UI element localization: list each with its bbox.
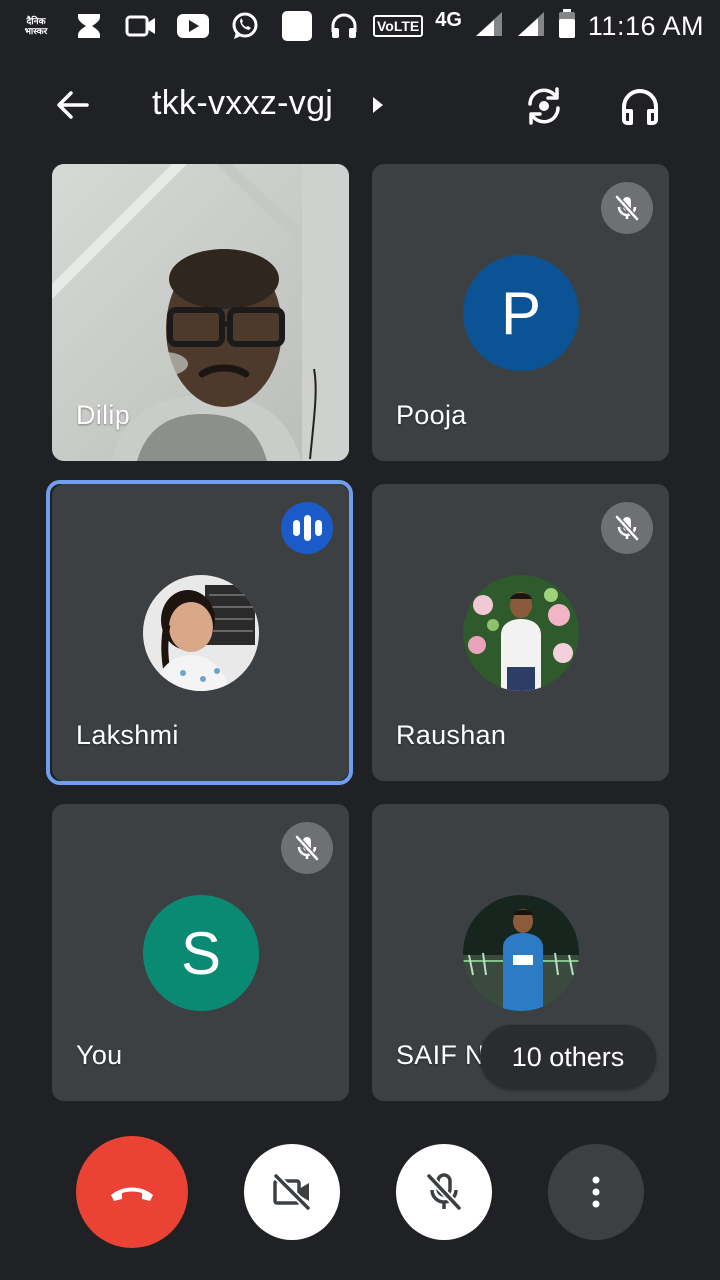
back-button[interactable] (50, 82, 96, 128)
active-speaker-highlight (46, 480, 353, 785)
participant-name: Dilip (76, 400, 131, 430)
others-count-chip[interactable]: 10 others (480, 1025, 656, 1089)
participant-name: Pooja (396, 400, 467, 430)
mic-off-icon (601, 502, 653, 554)
audio-output-button[interactable] (616, 82, 664, 130)
volte-indicator: VoLTE (372, 15, 424, 37)
meeting-top-bar: tkk-vxxz-vgj (0, 70, 720, 140)
mic-off-icon (601, 182, 653, 234)
whatsapp-icon (228, 11, 262, 41)
avatar: P (463, 255, 579, 371)
switch-camera-button[interactable] (520, 82, 568, 130)
status-bar: दैनिक भास्कर VoLTE 4G 11:16 AM (0, 0, 720, 52)
network-type-indicator: 4G (435, 8, 462, 31)
participant-tile-dilip[interactable]: Dilip (52, 164, 349, 461)
participant-name: Raushan (396, 720, 507, 750)
clock: 11:16 AM (587, 10, 704, 41)
news-app-notification-icon: दैनिक भास्कर (24, 16, 48, 36)
microphone-toggle-button[interactable] (396, 1144, 492, 1240)
app-square-icon (280, 11, 314, 41)
signal-strength-icon (474, 10, 504, 43)
headphones-icon (622, 89, 658, 125)
meeting-code-title[interactable]: tkk-vxxz-vgj (152, 84, 333, 123)
participant-name: You (76, 1040, 123, 1070)
arrow-left-icon (57, 91, 89, 119)
hourglass-icon (72, 11, 106, 41)
youtube-icon (176, 11, 210, 41)
camera-toggle-button[interactable] (244, 1144, 340, 1240)
camera-flip-icon (528, 87, 560, 125)
mic-off-icon (426, 1173, 462, 1211)
battery-icon (558, 8, 576, 44)
avatar (463, 575, 579, 691)
end-call-button[interactable] (76, 1136, 188, 1248)
more-vertical-icon (592, 1176, 600, 1208)
phone-hangup-icon (111, 1187, 153, 1201)
more-options-button[interactable] (548, 1144, 644, 1240)
mic-off-icon (281, 822, 333, 874)
participant-tile-raushan[interactable]: Raushan (372, 484, 669, 781)
headset-status-icon (327, 11, 361, 41)
chevron-right-icon[interactable] (372, 95, 386, 115)
video-camera-icon (124, 11, 158, 41)
avatar (463, 895, 579, 1011)
participant-tile-you[interactable]: S You (52, 804, 349, 1101)
video-off-icon (273, 1173, 311, 1211)
avatar: S (143, 895, 259, 1011)
participant-tile-pooja[interactable]: P Pooja (372, 164, 669, 461)
signal-strength-icon-2 (516, 10, 546, 43)
